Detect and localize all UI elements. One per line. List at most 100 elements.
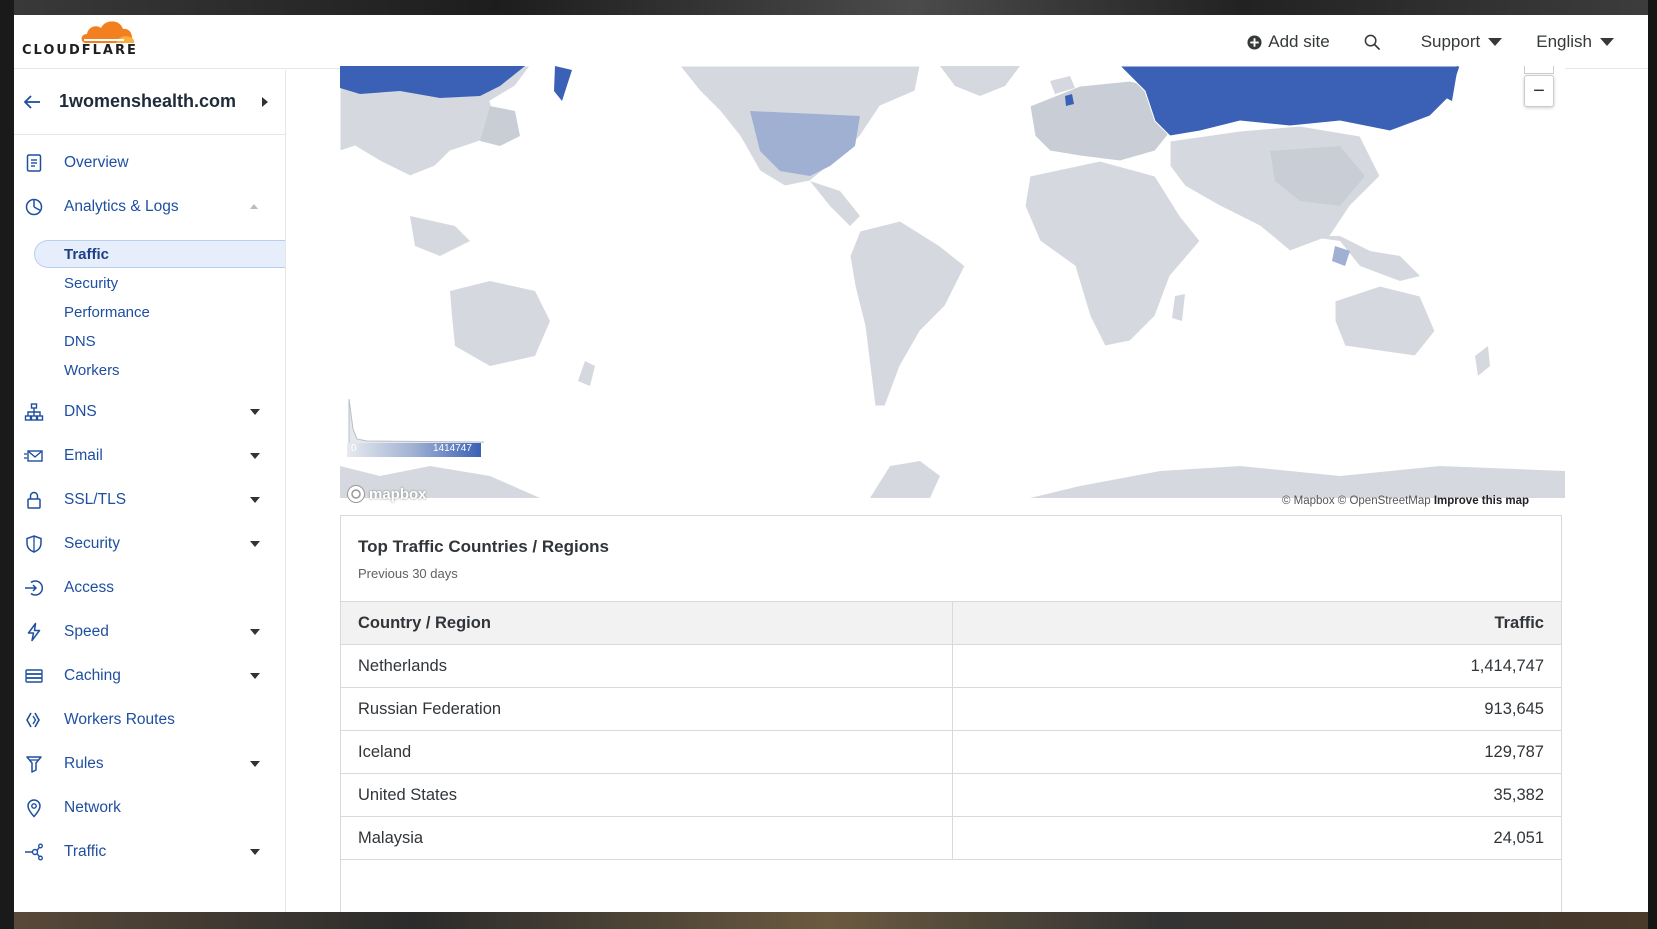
- network-tree-icon: [24, 403, 44, 421]
- legend-histogram: [348, 398, 485, 443]
- traffic-table: Country / Region Traffic Netherlands 1,4…: [341, 601, 1561, 860]
- chevron-down-icon[interactable]: [250, 761, 260, 767]
- cloud-logo-icon: [81, 21, 135, 43]
- support-dropdown[interactable]: Support: [1421, 32, 1503, 52]
- zoom-in-button[interactable]: [1524, 66, 1554, 74]
- browser-window: CLOUDFLARE Add site Support English 1wom…: [14, 15, 1648, 912]
- sidebar-item-overview[interactable]: Overview: [14, 145, 285, 181]
- sidebar-subitem-dns[interactable]: DNS: [34, 328, 285, 356]
- sidebar-subitem-label: Security: [64, 275, 119, 292]
- cell-traffic: 35,382: [952, 773, 1561, 817]
- table-header-row: Country / Region Traffic: [341, 601, 1561, 645]
- cell-traffic: 913,645: [952, 687, 1561, 731]
- add-site-label: Add site: [1268, 32, 1330, 51]
- document-icon: [26, 154, 42, 172]
- map-legend: 0 1414747: [347, 398, 485, 461]
- osm-attribution-link[interactable]: © OpenStreetMap: [1338, 495, 1431, 507]
- column-header-country[interactable]: Country / Region: [341, 601, 953, 645]
- chevron-down-icon[interactable]: [250, 849, 260, 855]
- card-title: Top Traffic Countries / Regions: [358, 537, 609, 556]
- sidebar-item-label: Network: [64, 799, 121, 816]
- chevron-down-icon[interactable]: [250, 409, 260, 415]
- sidebar-item-label: Email: [64, 447, 103, 464]
- site-name: 1womenshealth.com: [59, 91, 237, 111]
- access-icon: [25, 580, 44, 596]
- backdrop-right: [1648, 0, 1657, 929]
- mapbox-attribution-link[interactable]: © Mapbox: [1282, 495, 1335, 507]
- chevron-down-icon: [1488, 38, 1503, 46]
- improve-map-link[interactable]: Improve this map: [1434, 495, 1529, 507]
- table-row: Russian Federation 913,645: [341, 687, 1561, 731]
- sidebar-item-workers-routes[interactable]: Workers Routes: [14, 702, 285, 738]
- sidebar-item-label: Rules: [64, 755, 104, 772]
- cell-traffic: 24,051: [952, 816, 1561, 860]
- rules-icon: [26, 756, 42, 773]
- back-arrow-icon[interactable]: [22, 92, 42, 117]
- chevron-right-icon: [262, 97, 268, 107]
- backdrop-bottom: [0, 912, 1657, 929]
- sidebar-subitem-security[interactable]: Security: [34, 270, 285, 298]
- backdrop-left: [0, 0, 14, 929]
- mapbox-logo[interactable]: mapbox: [346, 484, 427, 504]
- chevron-down-icon[interactable]: [250, 541, 260, 547]
- sidebar-item-security[interactable]: Security: [14, 526, 285, 562]
- sidebar-subitem-label: Traffic: [64, 246, 110, 263]
- traffic-world-map[interactable]: [340, 66, 1565, 498]
- table-row: Malaysia 24,051: [341, 816, 1561, 860]
- chevron-up-icon[interactable]: [250, 204, 258, 209]
- sidebar-item-label: Analytics & Logs: [64, 198, 179, 215]
- sidebar-item-label: SSL/TLS: [64, 491, 127, 508]
- mapbox-icon: [347, 485, 365, 503]
- sidebar-item-label: Security: [64, 535, 120, 552]
- sidebar-subitem-label: Workers: [64, 362, 120, 379]
- chevron-down-icon[interactable]: [250, 629, 260, 635]
- cell-country: Netherlands: [341, 644, 953, 688]
- sidebar-item-email[interactable]: Email: [14, 438, 285, 474]
- sidebar-subitem-traffic[interactable]: Traffic: [34, 240, 285, 268]
- sidebar-item-caching[interactable]: Caching: [14, 658, 285, 694]
- sidebar-item-label: Traffic: [64, 843, 107, 860]
- chevron-down-icon[interactable]: [250, 497, 260, 503]
- backdrop-top: [0, 0, 1657, 15]
- table-row: United States 35,382: [341, 773, 1561, 817]
- zoom-out-button[interactable]: −: [1524, 75, 1554, 107]
- traffic-icon: [25, 843, 43, 861]
- language-dropdown[interactable]: English: [1536, 32, 1614, 52]
- table-row: Netherlands 1,414,747: [341, 644, 1561, 688]
- cell-country: United States: [341, 773, 953, 817]
- sidebar-item-label: DNS: [64, 403, 97, 420]
- card-subtitle: Previous 30 days: [358, 566, 458, 581]
- legend-min-label: 0: [351, 443, 357, 454]
- sidebar-subitem-label: DNS: [64, 333, 96, 350]
- top-actions: Add site Support English: [1247, 15, 1648, 69]
- column-header-traffic[interactable]: Traffic: [952, 601, 1561, 645]
- cloudflare-logo[interactable]: CLOUDFLARE: [18, 15, 148, 69]
- server-stack-icon: [25, 669, 43, 683]
- sidebar-subitem-performance[interactable]: Performance: [34, 299, 285, 327]
- sidebar-item-label: Access: [64, 579, 114, 596]
- sidebar-item-ssl-tls[interactable]: SSL/TLS: [14, 482, 285, 518]
- sidebar-item-speed[interactable]: Speed: [14, 614, 285, 650]
- location-pin-icon: [27, 799, 41, 818]
- sidebar-item-rules[interactable]: Rules: [14, 746, 285, 782]
- chevron-down-icon[interactable]: [250, 673, 260, 679]
- search-button[interactable]: [1364, 34, 1387, 51]
- sidebar-subitem-workers[interactable]: Workers: [34, 357, 285, 385]
- add-site-button[interactable]: Add site: [1247, 32, 1330, 52]
- sidebar-item-network[interactable]: Network: [14, 790, 285, 826]
- sidebar: 1womenshealth.com Overview Analytics & L…: [14, 70, 286, 912]
- sidebar-item-traffic[interactable]: Traffic: [14, 834, 285, 870]
- sidebar-item-access[interactable]: Access: [14, 570, 285, 606]
- sidebar-subitem-label: Performance: [64, 304, 150, 321]
- sidebar-item-analytics[interactable]: Analytics & Logs: [14, 189, 285, 225]
- envelope-icon: [24, 450, 43, 462]
- chevron-down-icon[interactable]: [250, 453, 260, 459]
- sidebar-item-label: Workers Routes: [64, 711, 175, 728]
- sidebar-item-dns[interactable]: DNS: [14, 394, 285, 430]
- site-selector[interactable]: 1womenshealth.com: [14, 70, 285, 135]
- top-bar: CLOUDFLARE Add site Support English: [14, 15, 1648, 69]
- legend-max-label: 1414747: [433, 443, 472, 454]
- search-icon: [1364, 34, 1381, 51]
- cell-traffic: 129,787: [952, 730, 1561, 774]
- logo-text: CLOUDFLARE: [22, 43, 138, 58]
